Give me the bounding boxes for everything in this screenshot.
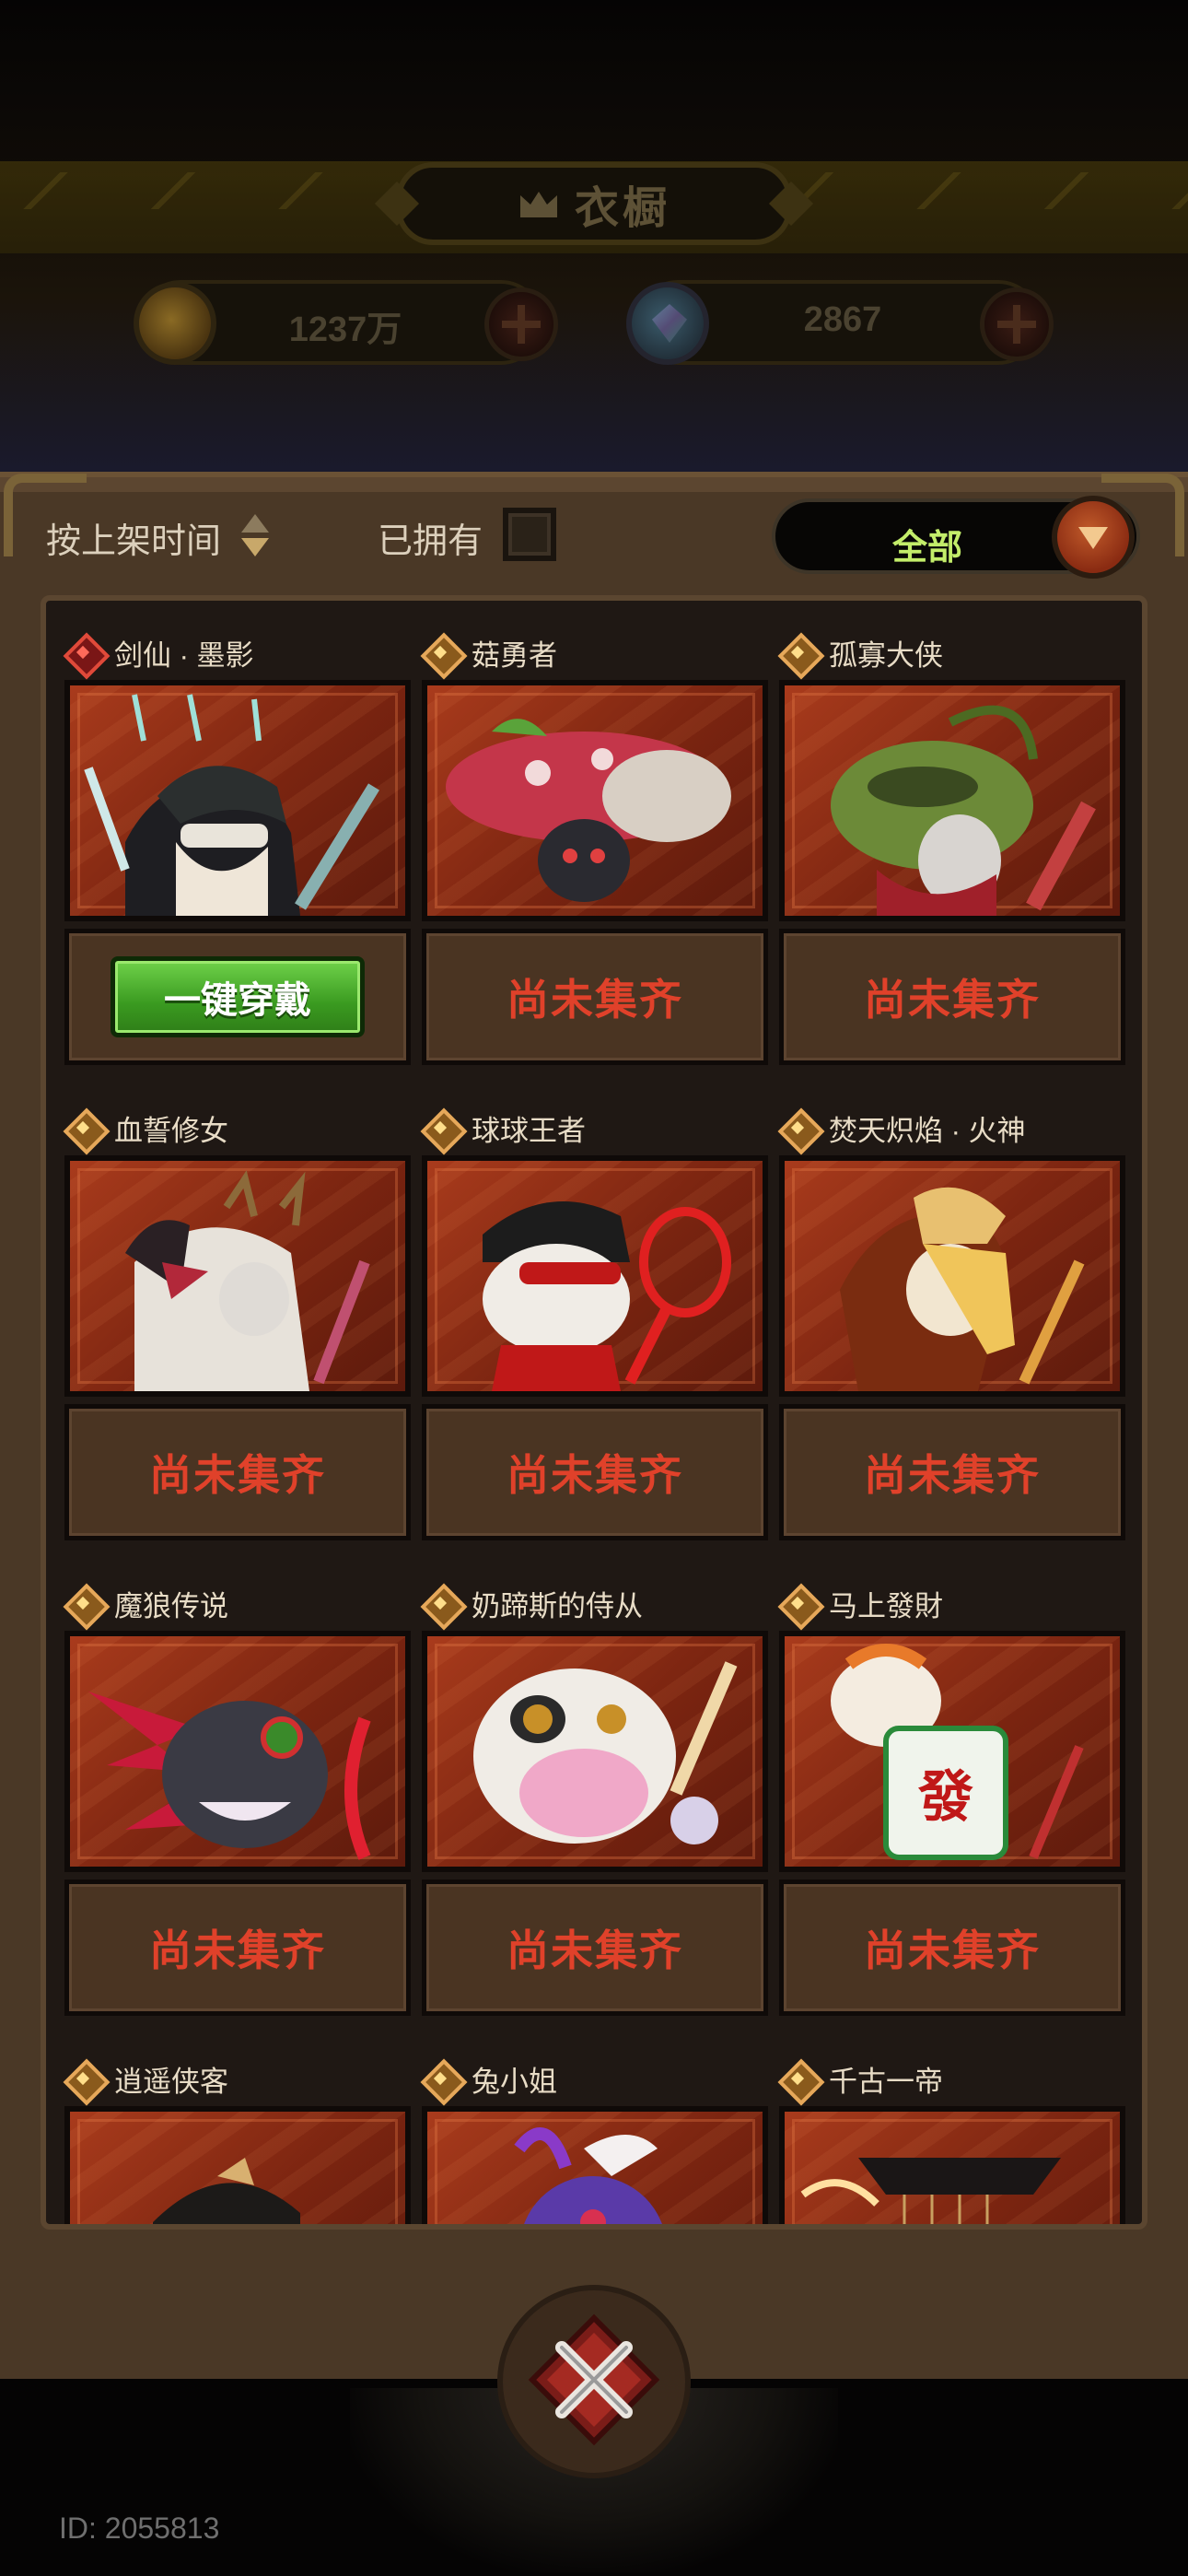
skin-name: 千古一帝 bbox=[829, 2065, 943, 2098]
skin-name: 孤寡大侠 bbox=[829, 638, 943, 672]
status-text: 尚未集齐 bbox=[864, 976, 1041, 1024]
crown-icon bbox=[518, 188, 560, 219]
add-gold-button[interactable] bbox=[484, 287, 558, 361]
rarity-gem-icon bbox=[422, 2060, 459, 2097]
skin-name: 兔小姐 bbox=[472, 2065, 557, 2098]
skin-portrait[interactable] bbox=[64, 1155, 411, 1397]
skin-status: 尚未集齐 bbox=[422, 1879, 768, 2016]
skin-grid[interactable]: 剑仙 · 墨影 一键穿戴 菇勇者 尚未集齐 孤寡大侠 尚未集齐 血誓修女 尚未集… bbox=[41, 595, 1147, 2230]
skin-name: 球球王者 bbox=[472, 1114, 586, 1147]
status-text: 尚未集齐 bbox=[507, 976, 683, 1024]
skin-portrait[interactable] bbox=[422, 1631, 768, 1872]
close-x-icon[interactable] bbox=[527, 2313, 661, 2447]
skin-status: 尚未集齐 bbox=[779, 929, 1125, 1065]
skin-portrait[interactable] bbox=[64, 2106, 411, 2224]
skin-portrait[interactable] bbox=[779, 680, 1125, 921]
rarity-gem-icon bbox=[779, 1109, 816, 1146]
skin-status: 尚未集齐 bbox=[422, 929, 768, 1065]
rarity-gem-icon bbox=[64, 1109, 101, 1146]
rarity-gem-icon bbox=[422, 634, 459, 671]
owned-checkbox[interactable] bbox=[503, 508, 556, 561]
skin-portrait[interactable] bbox=[422, 680, 768, 921]
skin-name: 剑仙 · 墨影 bbox=[114, 638, 254, 672]
title-plate: 衣橱 bbox=[396, 162, 792, 245]
skin-portrait[interactable] bbox=[422, 2106, 768, 2224]
status-text: 尚未集齐 bbox=[507, 1451, 683, 1499]
rarity-gem-icon bbox=[64, 634, 101, 671]
skin-name: 菇勇者 bbox=[472, 638, 557, 672]
owned-filter-label[interactable]: 已拥有 bbox=[378, 512, 483, 563]
skin-name: 焚天炽焰 · 火神 bbox=[829, 1114, 1026, 1147]
page-title: 衣橱 bbox=[574, 184, 670, 233]
rarity-gem-icon bbox=[779, 1585, 816, 1622]
equip-button[interactable]: 一键穿戴 bbox=[111, 956, 365, 1037]
status-text: 尚未集齐 bbox=[864, 1451, 1041, 1499]
skin-status: 尚未集齐 bbox=[64, 1404, 411, 1540]
skin-name: 逍遥侠客 bbox=[114, 2065, 228, 2098]
skin-portrait[interactable] bbox=[779, 1155, 1125, 1397]
skin-portrait[interactable] bbox=[422, 1155, 768, 1397]
skin-status: 尚未集齐 bbox=[779, 1404, 1125, 1540]
skin-name: 血誓修女 bbox=[114, 1114, 228, 1147]
status-text: 尚未集齐 bbox=[149, 1926, 326, 1974]
skin-status: 一键穿戴 bbox=[64, 929, 411, 1065]
skin-status: 尚未集齐 bbox=[422, 1404, 768, 1540]
status-text: 尚未集齐 bbox=[149, 1451, 326, 1499]
skin-portrait[interactable] bbox=[779, 2106, 1125, 2224]
rarity-gem-icon bbox=[779, 634, 816, 671]
rarity-gem-icon bbox=[422, 1109, 459, 1146]
status-text: 尚未集齐 bbox=[864, 1926, 1041, 1974]
gem-value: 2867 bbox=[803, 300, 882, 339]
add-gem-button[interactable] bbox=[980, 287, 1054, 361]
skin-portrait[interactable] bbox=[64, 1631, 411, 1872]
skin-name: 魔狼传说 bbox=[114, 1589, 228, 1622]
skin-name: 奶蹄斯的侍从 bbox=[472, 1589, 643, 1622]
skin-name: 马上發財 bbox=[829, 1589, 943, 1622]
sort-arrows-icon[interactable] bbox=[241, 512, 269, 558]
rarity-gem-icon bbox=[422, 1585, 459, 1622]
rarity-gem-icon bbox=[64, 2060, 101, 2097]
rarity-gem-icon bbox=[779, 2060, 816, 2097]
gold-value: 1237万 bbox=[288, 310, 402, 349]
skin-status: 尚未集齐 bbox=[64, 1879, 411, 2016]
skin-portrait[interactable] bbox=[64, 680, 411, 921]
skin-status: 尚未集齐 bbox=[779, 1879, 1125, 2016]
svg-text:發: 發 bbox=[917, 1765, 973, 1830]
coin-icon bbox=[134, 282, 216, 365]
status-text: 尚未集齐 bbox=[507, 1926, 683, 1974]
rarity-gem-icon bbox=[64, 1585, 101, 1622]
skin-portrait[interactable]: 發 bbox=[779, 1631, 1125, 1872]
sort-button[interactable]: 按上架时间 bbox=[46, 512, 221, 563]
player-id: ID: 2055813 bbox=[59, 2512, 220, 2545]
gem-icon bbox=[626, 282, 709, 365]
category-dropdown-value: 全部 bbox=[891, 529, 962, 568]
dropdown-arrow-icon[interactable] bbox=[1052, 496, 1135, 579]
